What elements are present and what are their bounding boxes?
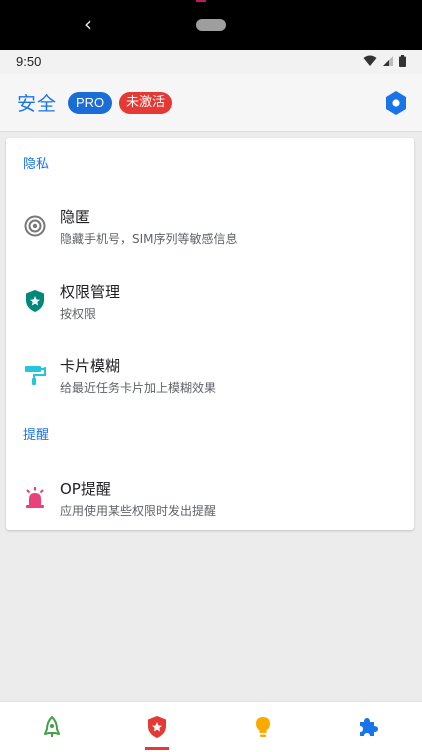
target-icon xyxy=(24,215,46,237)
rocket-icon xyxy=(44,716,60,737)
list-item-title: 隐匿 xyxy=(60,208,91,226)
page-title: 安全 xyxy=(17,93,58,115)
nav-tab-security[interactable] xyxy=(105,702,210,752)
system-top-bar: ‹ xyxy=(0,0,422,50)
inactive-status-badge[interactable]: 未激活 xyxy=(119,92,173,114)
shield-star-icon xyxy=(148,716,166,738)
wifi-icon xyxy=(363,55,377,66)
lightbulb-icon xyxy=(256,717,270,737)
section-header-privacy: 隐私 xyxy=(23,157,50,172)
list-item-title: OP提醒 xyxy=(60,480,111,498)
siren-icon xyxy=(26,487,44,508)
list-item-card-blur[interactable]: 卡片模糊 给最近任务卡片加上模糊效果 xyxy=(6,349,414,405)
paint-roller-icon xyxy=(25,366,46,385)
list-item-hide[interactable]: 隐匿 隐藏手机号，SIM序列等敏感信息 xyxy=(6,200,414,256)
cell-signal-icon xyxy=(383,56,393,66)
top-edge-mark xyxy=(196,0,206,2)
nav-tab-extensions[interactable] xyxy=(315,702,420,752)
back-icon[interactable]: ‹ xyxy=(84,13,92,35)
status-time: 9:50 xyxy=(16,54,42,69)
nav-tab-rocket[interactable] xyxy=(0,702,105,752)
puzzle-icon xyxy=(360,718,378,736)
section-header-reminder: 提醒 xyxy=(23,428,50,443)
list-item-subtitle: 按权限 xyxy=(60,307,97,321)
list-item-subtitle: 给最近任务卡片加上模糊效果 xyxy=(60,381,217,395)
app-bar: 安全 PRO 未激活 xyxy=(0,74,422,132)
list-item-permission-manage[interactable]: 权限管理 按权限 xyxy=(6,275,414,331)
bottom-navigation xyxy=(0,701,422,752)
settings-card: 隐私 隐匿 隐藏手机号，SIM序列等敏感信息 权限管理 按权限 卡片模糊 给最近… xyxy=(6,138,414,530)
list-item-title: 权限管理 xyxy=(60,283,121,301)
list-item-subtitle: 隐藏手机号，SIM序列等敏感信息 xyxy=(60,232,238,246)
list-item-subtitle: 应用使用某些权限时发出提醒 xyxy=(60,504,217,518)
list-item-title: 卡片模糊 xyxy=(60,357,121,375)
hexagon-settings-icon xyxy=(386,91,406,115)
status-icons xyxy=(363,55,406,67)
shield-star-icon xyxy=(26,290,44,312)
pro-badge[interactable]: PRO xyxy=(68,92,113,114)
selected-tab-indicator xyxy=(145,747,169,750)
home-pill-handle[interactable] xyxy=(196,19,226,31)
settings-button[interactable] xyxy=(384,90,408,116)
status-bar: 9:50 xyxy=(0,50,422,74)
list-item-op-reminder[interactable]: OP提醒 应用使用某些权限时发出提醒 xyxy=(6,472,414,528)
nav-tab-tips[interactable] xyxy=(210,702,315,752)
battery-icon xyxy=(399,55,406,67)
